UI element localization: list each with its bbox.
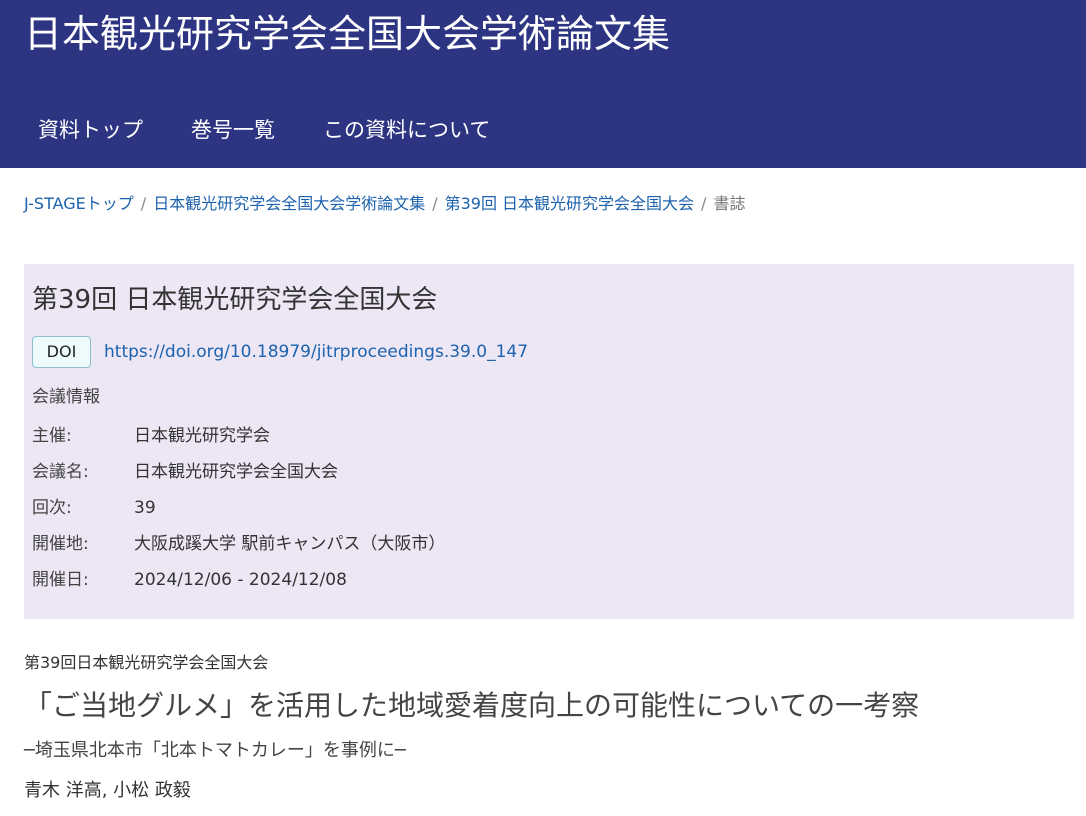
- nav-item-issues[interactable]: 巻号一覧: [191, 110, 275, 150]
- doi-row: DOI https://doi.org/10.18979/jitrproceed…: [32, 336, 528, 368]
- conference-info-heading: 会議情報: [32, 387, 100, 407]
- meta-value: 日本観光研究学会: [134, 426, 270, 446]
- meta-key: 開催日:: [32, 570, 89, 590]
- meta-value: 2024/12/06 - 2024/12/08: [134, 570, 347, 590]
- meta-value: 日本観光研究学会全国大会: [134, 462, 338, 482]
- meta-key: 主催:: [32, 426, 72, 446]
- breadcrumb-journal[interactable]: 日本観光研究学会全国大会学術論文集: [153, 194, 425, 213]
- breadcrumb-current: 書誌: [713, 194, 746, 213]
- article-subtitle: ─埼玉県北本市「北本トマトカレー」を事例に─: [24, 740, 406, 761]
- article-title: 「ご当地グルメ」を活用した地域愛着度向上の可能性についての一考察: [24, 689, 920, 722]
- doi-link[interactable]: https://doi.org/10.18979/jitrproceedings…: [104, 342, 528, 362]
- breadcrumb-separator: /: [701, 194, 707, 213]
- meta-value: 39: [134, 498, 156, 518]
- conference-info-box: 第39回 日本観光研究学会全国大会 DOI https://doi.org/10…: [24, 264, 1074, 619]
- meta-key: 会議名:: [32, 462, 89, 482]
- breadcrumb-separator: /: [432, 194, 438, 213]
- breadcrumb-jstage-top[interactable]: J-STAGEトップ: [24, 194, 134, 213]
- breadcrumb-separator: /: [140, 194, 147, 213]
- doi-badge: DOI: [32, 336, 91, 368]
- article-authors: 青木 洋高, 小松 政毅: [24, 780, 191, 801]
- breadcrumb: J-STAGEトップ / 日本観光研究学会全国大会学術論文集 / 第39回 日本観光研究…: [24, 192, 745, 216]
- article-conference: 第39回日本観光研究学会全国大会: [24, 653, 269, 672]
- nav-item-top[interactable]: 資料トップ: [38, 110, 143, 150]
- meta-key: 回次:: [32, 498, 72, 518]
- conference-title: 第39回 日本観光研究学会全国大会: [32, 285, 438, 315]
- main-nav: 資料トップ 巻号一覧 この資料について: [38, 110, 538, 150]
- meta-key: 開催地:: [32, 534, 89, 554]
- site-title[interactable]: 日本観光研究学会全国大会学術論文集: [24, 6, 670, 62]
- site-header: 日本観光研究学会全国大会学術論文集 資料トップ 巻号一覧 この資料について: [0, 0, 1086, 168]
- nav-item-about[interactable]: この資料について: [323, 110, 490, 150]
- meta-value: 大阪成蹊大学 駅前キャンパス（大阪市）: [134, 534, 446, 554]
- breadcrumb-conference[interactable]: 第39回 日本観光研究学会全国大会: [445, 194, 694, 213]
